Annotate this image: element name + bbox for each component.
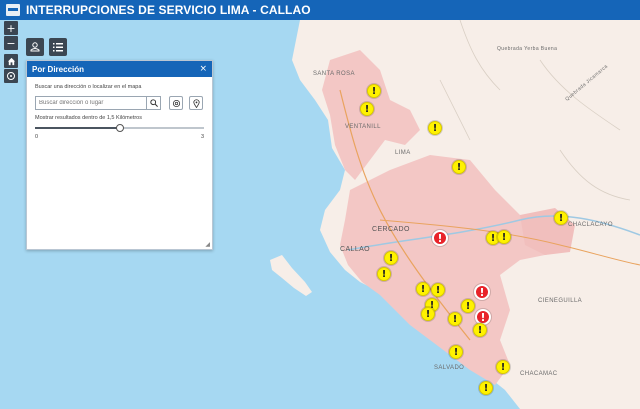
alert-marker[interactable]: ! [432, 230, 448, 246]
warning-marker[interactable]: ! [448, 312, 462, 326]
panel-title: Por Dirección [32, 64, 85, 74]
map-label-santa-rosa: SANTA ROSA [313, 71, 355, 77]
map-label-cercado: CERCADO [372, 226, 410, 233]
slider-scale: 0 3 [35, 134, 204, 140]
search-address-tool-button[interactable] [26, 38, 44, 56]
warning-marker[interactable]: ! [479, 381, 493, 395]
layer-list-tool-button[interactable] [49, 38, 67, 56]
warning-marker[interactable]: ! [377, 267, 391, 281]
home-icon [7, 57, 15, 65]
map-label-chaclacayo: CHACLACAYO [568, 222, 613, 228]
warning-marker[interactable]: ! [428, 121, 442, 135]
distance-slider[interactable] [35, 124, 204, 132]
map-label-lima: LIMA [395, 150, 411, 156]
warning-marker[interactable]: ! [461, 299, 475, 313]
slider-max-label: 3 [200, 134, 204, 140]
warning-marker[interactable]: ! [360, 102, 374, 116]
panel-header: Por Dirección × [27, 61, 212, 77]
warning-marker[interactable]: ! [452, 160, 466, 174]
resize-handle-icon[interactable]: ◢ [205, 241, 210, 248]
select-location-button[interactable] [169, 96, 183, 110]
map-label-salvado: SALVADO [434, 365, 465, 371]
warning-marker[interactable]: ! [554, 211, 568, 225]
map-label-callao: CALLAO [340, 246, 371, 253]
search-icon [149, 99, 158, 107]
warning-marker[interactable]: ! [384, 251, 398, 265]
warning-marker[interactable]: ! [416, 282, 430, 296]
map-pin-icon [192, 98, 200, 108]
zoom-in-button[interactable]: + [4, 21, 18, 35]
zoom-out-button[interactable]: − [4, 36, 18, 50]
island [270, 255, 312, 296]
warning-marker[interactable]: ! [431, 283, 445, 297]
app-logo-icon [6, 4, 20, 16]
slider-thumb[interactable] [115, 124, 124, 132]
locate-button[interactable] [4, 69, 18, 83]
map-label-qda-yerba-buena: Quebrada Yerba Buena [497, 46, 558, 52]
map-label-ventanilla: VENTANILL [345, 124, 381, 130]
location-search-icon [30, 42, 40, 52]
app-title: INTERRUPCIONES DE SERVICIO LIMA - CALLAO [26, 3, 311, 17]
warning-marker[interactable]: ! [497, 230, 511, 244]
search-input[interactable] [35, 96, 147, 110]
warning-marker[interactable]: ! [473, 323, 487, 337]
warning-marker[interactable]: ! [421, 307, 435, 321]
search-row [35, 96, 204, 110]
slider-min-label: 0 [35, 134, 39, 140]
app-header: INTERRUPCIONES DE SERVICIO LIMA - CALLAO [0, 0, 640, 20]
close-icon[interactable]: × [199, 64, 207, 74]
home-button[interactable] [4, 54, 18, 68]
search-by-address-panel: Por Dirección × Buscar una dirección o l… [26, 60, 213, 250]
warning-marker[interactable]: ! [496, 360, 510, 374]
slider-fill [35, 127, 120, 129]
warning-marker[interactable]: ! [367, 84, 381, 98]
map-label-chacamac: CHACAMAC [520, 371, 558, 377]
alert-marker[interactable]: ! [474, 284, 490, 300]
panel-hint: Buscar una dirección o localizar en el m… [35, 84, 142, 90]
my-location-button[interactable] [189, 96, 203, 110]
search-range-label: Mostrar resultados dentro de 1,5 Kilómet… [35, 115, 142, 121]
list-icon [53, 43, 63, 52]
search-button[interactable] [147, 96, 161, 110]
crosshair-icon [172, 99, 180, 107]
warning-marker[interactable]: ! [449, 345, 463, 359]
map-label-cieneguilla: CIENEGUILLA [538, 298, 583, 304]
locate-icon [7, 72, 15, 80]
